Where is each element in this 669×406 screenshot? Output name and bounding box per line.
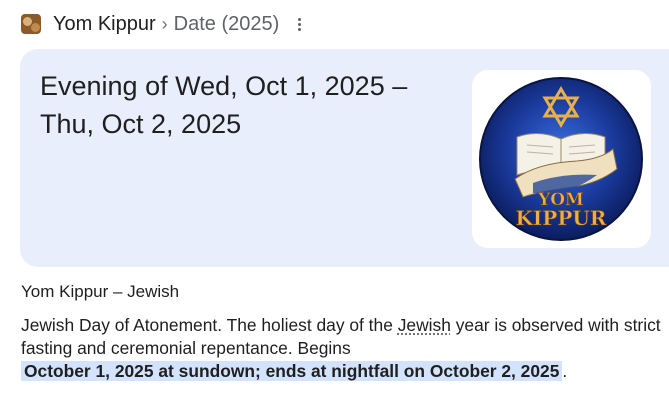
breadcrumb-subtitle: Date (2025) [174, 13, 280, 36]
answer-date-line-1: Evening of Wed, Oct 1, 2025 – [40, 67, 450, 105]
breadcrumb-title[interactable]: Yom Kippur [53, 13, 156, 36]
description-end: . [562, 361, 567, 381]
description-part-1: Jewish Day of Atonement. The holiest day… [21, 315, 398, 335]
yom-kippur-logo: YOM KIPPUR [477, 75, 646, 243]
description-underlined-term[interactable]: Jewish [398, 315, 451, 335]
source-label: Yom Kippur – Jewish [21, 282, 179, 302]
logo-text-kippur: KIPPUR [516, 206, 607, 230]
answer-date: Evening of Wed, Oct 1, 2025 – Thu, Oct 2… [40, 67, 450, 143]
thumbnail-image-icon [21, 14, 41, 34]
breadcrumb: Yom Kippur › Date (2025) [21, 10, 307, 38]
more-vert-icon[interactable] [291, 14, 307, 34]
breadcrumb-separator: › [162, 14, 168, 35]
answer-card: Evening of Wed, Oct 1, 2025 – Thu, Oct 2… [20, 49, 669, 267]
yom-kippur-image[interactable]: YOM KIPPUR [472, 70, 651, 248]
description: Jewish Day of Atonement. The holiest day… [21, 314, 661, 383]
answer-date-line-2: Thu, Oct 2, 2025 [40, 105, 450, 143]
description-highlight: October 1, 2025 at sundown; ends at nigh… [21, 361, 562, 381]
